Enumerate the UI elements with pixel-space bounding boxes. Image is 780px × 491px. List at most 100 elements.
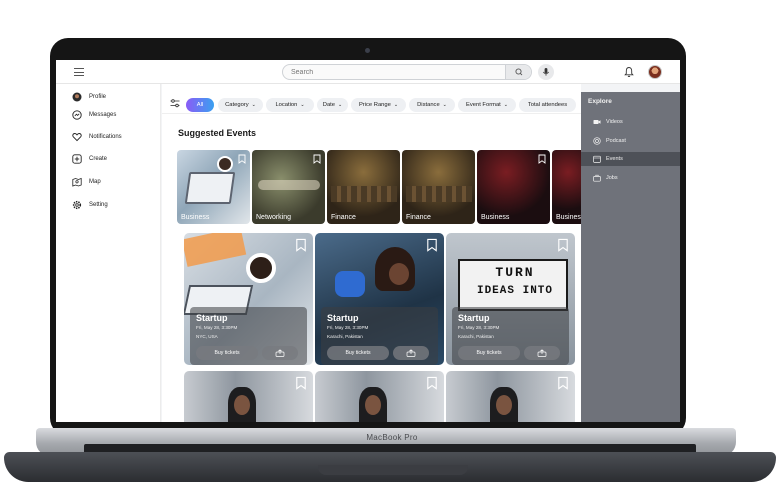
explore-item-events[interactable]: Events bbox=[581, 152, 680, 166]
event-card[interactable] bbox=[315, 371, 444, 422]
event-title: Startup bbox=[458, 313, 490, 323]
sidebar-item-label: Create bbox=[89, 156, 108, 162]
bookmark-icon[interactable] bbox=[538, 154, 546, 164]
chip-label: Price Range bbox=[358, 102, 391, 108]
event-card[interactable] bbox=[184, 371, 313, 422]
sidebar-item-map[interactable]: Map bbox=[72, 175, 101, 189]
share-button[interactable] bbox=[393, 346, 429, 360]
event-card[interactable] bbox=[446, 371, 575, 422]
event-location: NYC, USA bbox=[196, 334, 218, 339]
filter-chip-event-format[interactable]: Event Format ⌄ bbox=[458, 98, 516, 112]
chevron-down-icon: ⌄ bbox=[393, 102, 399, 108]
chevron-down-icon: ⌄ bbox=[338, 102, 343, 108]
category-label: Finance bbox=[406, 214, 431, 221]
explore-item-podcast[interactable]: Podcast bbox=[581, 134, 680, 148]
share-icon bbox=[406, 349, 416, 357]
category-tile-finance[interactable]: Finance bbox=[327, 150, 400, 224]
explore-item-jobs[interactable]: Jobs bbox=[581, 171, 680, 185]
filter-sliders-icon[interactable] bbox=[170, 99, 180, 108]
event-card[interactable]: TURN IDEAS INTO Startup Fri, May 28, 3:3… bbox=[446, 233, 575, 365]
chevron-down-icon: ⌄ bbox=[251, 102, 256, 108]
search-button[interactable] bbox=[505, 65, 531, 79]
category-tile-finance-2[interactable]: Finance bbox=[402, 150, 475, 224]
chip-label: Location bbox=[275, 102, 298, 108]
microphone-icon bbox=[543, 68, 549, 76]
laptop-notch bbox=[318, 465, 468, 475]
filter-chip-category[interactable]: Category ⌄ bbox=[218, 98, 263, 112]
bookmark-icon[interactable] bbox=[238, 154, 246, 164]
filter-chip-location[interactable]: Location ⌄ bbox=[266, 98, 314, 112]
restaurant-image bbox=[406, 186, 472, 202]
buy-tickets-button[interactable]: Buy tickets bbox=[458, 346, 520, 360]
messenger-icon bbox=[72, 110, 82, 120]
sidebar-item-notifications[interactable]: Notifications bbox=[72, 130, 122, 144]
chip-label: Distance bbox=[417, 102, 440, 108]
bookmark-icon[interactable] bbox=[426, 376, 438, 390]
bookmark-icon[interactable] bbox=[313, 154, 321, 164]
buy-tickets-button[interactable]: Buy tickets bbox=[327, 346, 389, 360]
filter-chip-price-range[interactable]: Price Range ⌄ bbox=[351, 98, 406, 112]
filter-bar: All Category ⌄ Location ⌄ Date ⌄ Price Rang… bbox=[162, 92, 581, 114]
share-button[interactable] bbox=[524, 346, 560, 360]
category-tile-networking[interactable]: Networking bbox=[252, 150, 325, 224]
gear-icon bbox=[72, 200, 82, 210]
bookmark-icon[interactable] bbox=[295, 376, 307, 390]
filter-chip-date[interactable]: Date ⌄ bbox=[317, 98, 348, 112]
explore-item-label: Jobs bbox=[606, 175, 618, 181]
search-box bbox=[282, 64, 532, 80]
bookmark-icon[interactable] bbox=[557, 238, 569, 252]
event-date: Fri, May 28, 3:30PM bbox=[458, 325, 500, 330]
explore-title: Explore bbox=[588, 98, 612, 105]
event-card[interactable]: Startup Fri, May 28, 3:30PM Karachi, Pak… bbox=[315, 233, 444, 365]
sidebar: Profile Messages Notifications Create Ma… bbox=[56, 84, 161, 422]
explore-item-videos[interactable]: Videos bbox=[581, 115, 680, 129]
top-bar bbox=[56, 60, 680, 84]
sidebar-item-setting[interactable]: Setting bbox=[72, 198, 108, 212]
sidebar-item-create[interactable]: Create bbox=[72, 152, 107, 166]
map-icon bbox=[72, 177, 82, 187]
user-avatar[interactable] bbox=[648, 65, 662, 79]
explore-item-label: Videos bbox=[606, 119, 623, 125]
bookmark-icon[interactable] bbox=[426, 238, 438, 252]
category-tile-business-2[interactable]: Business bbox=[477, 150, 550, 224]
explore-item-label: Podcast bbox=[606, 138, 626, 144]
chip-label: All bbox=[196, 102, 204, 108]
sidebar-item-profile[interactable]: Profile bbox=[72, 90, 106, 104]
app-screen: Profile Messages Notifications Create Ma… bbox=[56, 60, 680, 422]
bell-icon[interactable] bbox=[624, 66, 634, 78]
event-card[interactable]: Startup Fri, May 28, 3:30PM NYC, USA Buy… bbox=[184, 233, 313, 365]
sidebar-item-label: Setting bbox=[89, 202, 108, 208]
voice-search-button[interactable] bbox=[538, 64, 554, 80]
person-face-image bbox=[234, 395, 250, 415]
event-location: Karachi, Pakistan bbox=[327, 334, 363, 339]
bookmark-icon[interactable] bbox=[295, 238, 307, 252]
person-face-image bbox=[389, 263, 409, 285]
laptop-mockup: Profile Messages Notifications Create Ma… bbox=[0, 0, 780, 491]
sidebar-item-label: Notifications bbox=[89, 134, 122, 140]
notebook-image bbox=[184, 233, 247, 267]
calendar-icon bbox=[593, 155, 601, 163]
hamburger-menu-icon[interactable] bbox=[74, 68, 84, 76]
event-title: Startup bbox=[327, 313, 359, 323]
sidebar-item-label: Profile bbox=[89, 94, 107, 100]
buy-tickets-button[interactable]: Buy tickets bbox=[196, 346, 258, 360]
filter-chip-total-attendees[interactable]: Total attendees bbox=[519, 98, 576, 112]
share-icon bbox=[275, 349, 285, 357]
explore-item-label: Events bbox=[606, 156, 623, 162]
heart-icon bbox=[72, 132, 82, 142]
webcam bbox=[365, 48, 370, 53]
podcast-icon bbox=[593, 137, 601, 145]
filter-chip-all[interactable]: All bbox=[186, 98, 214, 112]
search-input[interactable] bbox=[283, 65, 507, 79]
share-button[interactable] bbox=[262, 346, 298, 360]
event-date: Fri, May 28, 3:30PM bbox=[196, 325, 238, 330]
sidebar-item-messages[interactable]: Messages bbox=[72, 108, 116, 122]
bookmark-icon[interactable] bbox=[557, 376, 569, 390]
category-tile-business[interactable]: Business bbox=[177, 150, 250, 224]
chevron-down-icon: ⌄ bbox=[300, 102, 305, 108]
chip-label: Event Format bbox=[466, 102, 501, 108]
person-face-image bbox=[496, 395, 512, 415]
lightbox-sign-image: TURN IDEAS INTO bbox=[458, 259, 568, 311]
filter-chip-distance[interactable]: Distance ⌄ bbox=[409, 98, 455, 112]
briefcase-icon bbox=[593, 174, 601, 182]
